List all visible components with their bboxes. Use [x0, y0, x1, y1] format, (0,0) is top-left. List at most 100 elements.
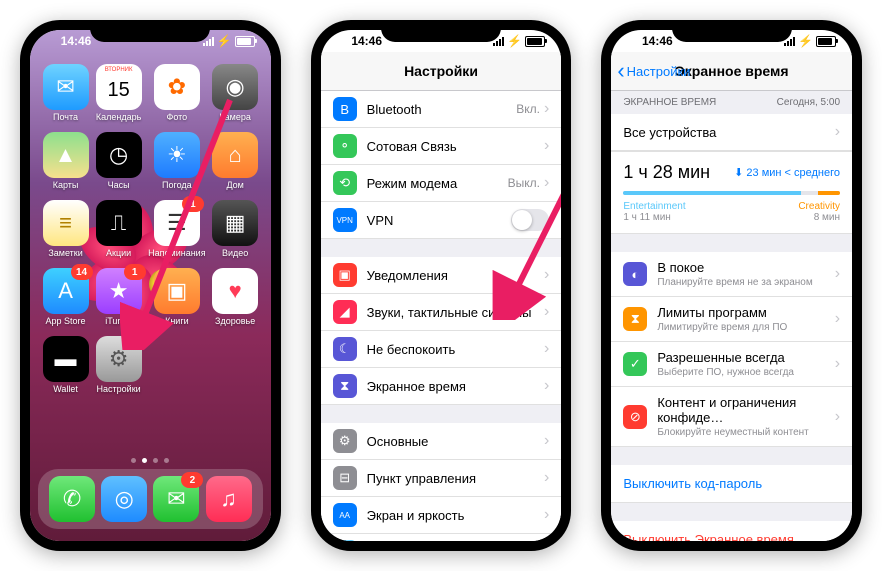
- app-Заметки[interactable]: ≡Заметки: [42, 200, 89, 258]
- row-icon: ⟲: [333, 171, 357, 195]
- section-header: ЭКРАННОЕ ВРЕМЯ: [623, 97, 716, 108]
- app-icon: ▣: [154, 268, 200, 314]
- app-label: Напоминания: [148, 248, 205, 258]
- row-label: Пункт управления: [367, 471, 544, 486]
- row-subtitle: Лимитируйте время для ПО: [657, 322, 834, 333]
- app-Дом[interactable]: ⌂ Дом: [212, 132, 259, 190]
- app-label: Фото: [167, 112, 188, 122]
- settings-row-Основные[interactable]: ⚙Основные›: [321, 423, 562, 460]
- settings-row-Звуки, тактильные сигналы[interactable]: ◢Звуки, тактильные сигналы›: [321, 294, 562, 331]
- dock-app[interactable]: ♫: [206, 476, 252, 522]
- settings-row-Режим модема[interactable]: ⟲Режим модемаВыкл.›: [321, 165, 562, 202]
- app-Фото[interactable]: ✿Фото: [148, 64, 205, 122]
- settings-row-Экранное время[interactable]: ⧗Экранное время›: [321, 368, 562, 405]
- chevron-icon: ›: [544, 340, 549, 358]
- row-icon: ⧗: [333, 374, 357, 398]
- app-icon: ♥: [212, 268, 258, 314]
- disable-screentime-link[interactable]: Выключить Экранное время: [611, 521, 852, 541]
- screentime-row-В покое[interactable]: ◐В покоеПланируйте время не за экраном›: [611, 252, 852, 297]
- badge: 1: [182, 196, 204, 212]
- badge: 2: [181, 472, 203, 488]
- back-button[interactable]: Настройки: [617, 60, 690, 82]
- row-title: Разрешенные всегда: [657, 350, 834, 365]
- dock-app[interactable]: ✆: [49, 476, 95, 522]
- settings-row-Не беспокоить[interactable]: ☾ Не беспокоить›: [321, 331, 562, 368]
- app-Книги[interactable]: ▣Книги: [148, 268, 205, 326]
- usage-summary[interactable]: 1 ч 28 мин ⬇ 23 мин < среднего Entertain…: [611, 151, 852, 234]
- row-label: Bluetooth: [367, 102, 517, 117]
- row-icon: ⚬: [333, 134, 357, 158]
- usage-bar: [623, 191, 840, 195]
- chevron-icon: ›: [544, 174, 549, 192]
- app-icon: ≡: [43, 200, 89, 246]
- row-subtitle: Блокируйте неуместный контент: [657, 427, 834, 438]
- row-detail: Выкл.: [508, 176, 540, 190]
- dock-app[interactable]: ✉2: [153, 476, 199, 522]
- row-label: Уведомления: [367, 268, 544, 283]
- badge: 1: [124, 264, 146, 280]
- wifi-icon: ⚡: [798, 34, 813, 48]
- app-App Store[interactable]: A14App Store: [42, 268, 89, 326]
- row-icon: ❀: [333, 540, 357, 541]
- settings-row-Уведомления[interactable]: ▣Уведомления›: [321, 257, 562, 294]
- row-label: Не беспокоить: [367, 342, 544, 357]
- row-icon: ⚙: [333, 429, 357, 453]
- app-icon: ⎍: [96, 200, 142, 246]
- dock-app[interactable]: ◎: [101, 476, 147, 522]
- app-Видео[interactable]: ▦Видео: [212, 200, 259, 258]
- app-Здоровье[interactable]: ♥Здоровье: [212, 268, 259, 326]
- app-icon: ◷: [96, 132, 142, 178]
- battery-icon: [816, 36, 836, 47]
- app-Настройки[interactable]: ⚙1Настройки: [95, 336, 142, 394]
- disable-passcode-link[interactable]: Выключить код-пароль: [611, 465, 852, 503]
- app-Почта[interactable]: ✉︎Почта: [42, 64, 89, 122]
- screentime-row-Разрешенные всегда[interactable]: ✓Разрешенные всегдаВыберите ПО, нужное в…: [611, 342, 852, 387]
- wifi-icon: ⚡: [217, 34, 232, 48]
- row-icon: VPN: [333, 208, 357, 232]
- settings-row-VPN[interactable]: VPNVPN: [321, 202, 562, 239]
- row-icon: ▣: [333, 263, 357, 287]
- app-icon: ▲: [43, 132, 89, 178]
- row-icon: ◢: [333, 300, 357, 324]
- app-Камера[interactable]: ◉Камера: [212, 64, 259, 122]
- chevron-icon: ›: [835, 408, 840, 426]
- screentime-row-Контент и ограничения конфиде…[interactable]: ⊘Контент и ограничения конфиде…Блокируйт…: [611, 387, 852, 447]
- nav-bar: Настройки: [321, 52, 562, 91]
- app-Wallet[interactable]: ▬Wallet: [42, 336, 89, 394]
- app-label: Календарь: [96, 112, 141, 122]
- app-label: Почта: [53, 112, 78, 122]
- chevron-icon: ›: [835, 355, 840, 373]
- screentime-row-Лимиты программ[interactable]: ⧗Лимиты программЛимитируйте время для ПО…: [611, 297, 852, 342]
- nav-bar: Настройки Экранное время: [611, 52, 852, 91]
- row-title: В покое: [657, 260, 834, 275]
- app-label: Настройки: [97, 384, 141, 394]
- app-icon: ⌂: [212, 132, 258, 178]
- settings-row-Экран и яркость[interactable]: AAЭкран и яркость›: [321, 497, 562, 534]
- chevron-icon: ›: [544, 100, 549, 118]
- settings-row-Пункт управления[interactable]: ⊟Пункт управления›: [321, 460, 562, 497]
- app-Календарь[interactable]: ВТОРНИК15Календарь: [95, 64, 142, 122]
- row-icon: ☾: [333, 337, 357, 361]
- settings-row-Bluetooth[interactable]: BBluetoothВкл.›: [321, 91, 562, 128]
- all-devices-row[interactable]: Все устройства ›: [611, 114, 852, 151]
- app-icon: A14: [43, 268, 89, 314]
- toggle[interactable]: [511, 209, 549, 231]
- app-label: Видео: [222, 248, 248, 258]
- settings-row-Обои[interactable]: ❀Обои›: [321, 534, 562, 541]
- settings-row-Сотовая Связь[interactable]: ⚬Сотовая Связь›: [321, 128, 562, 165]
- app-Часы[interactable]: ◷Часы: [95, 132, 142, 190]
- app-Карты[interactable]: ▲Карты: [42, 132, 89, 190]
- app-Погода[interactable]: ☀Погода: [148, 132, 205, 190]
- chevron-icon: ›: [544, 303, 549, 321]
- chevron-icon: ›: [544, 432, 549, 450]
- app-icon: ☰1: [154, 200, 200, 246]
- wifi-icon: ⚡: [507, 34, 522, 48]
- app-Напоминания[interactable]: ☰1 Напоминания: [148, 200, 205, 258]
- app-label: Дом: [226, 180, 243, 190]
- app-Акции[interactable]: ⎍Акции: [95, 200, 142, 258]
- row-icon: B: [333, 97, 357, 121]
- battery-icon: [525, 36, 545, 47]
- chevron-icon: ›: [835, 310, 840, 328]
- row-icon: ⊘: [623, 405, 647, 429]
- app-iTunes[interactable]: ★1iTunes: [95, 268, 142, 326]
